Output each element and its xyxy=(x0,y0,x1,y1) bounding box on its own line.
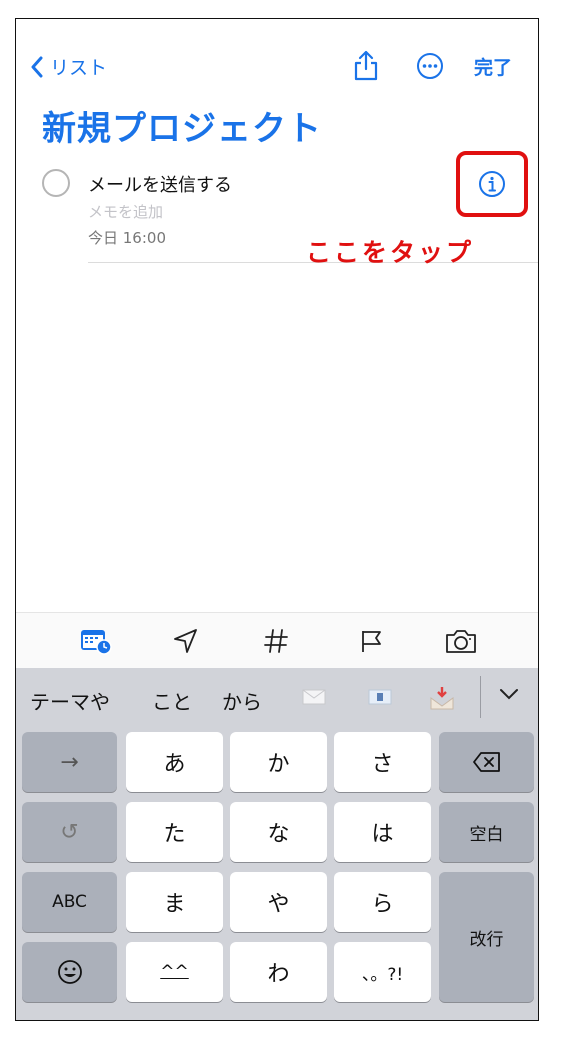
back-button[interactable]: リスト xyxy=(30,53,107,80)
space-key[interactable]: 空白 xyxy=(439,802,534,862)
key-sa[interactable]: さ xyxy=(334,732,431,792)
undo-label: ↺ xyxy=(60,819,79,845)
camera-icon[interactable] xyxy=(441,625,481,657)
key-ta-label: た xyxy=(163,822,186,847)
calendar-clock-icon[interactable] xyxy=(76,625,116,657)
more-options-icon[interactable] xyxy=(416,52,444,84)
back-label: リスト xyxy=(50,57,108,79)
cursor-right-key[interactable]: → xyxy=(22,732,117,792)
smiley-icon xyxy=(57,960,82,984)
key-ra-label: ら xyxy=(371,892,394,917)
key-ta[interactable]: た xyxy=(126,802,223,862)
inbox-tray-icon[interactable] xyxy=(428,684,456,716)
tap-here-annotation: ここをタップ xyxy=(306,238,475,267)
key-ha-label: は xyxy=(371,822,394,847)
prediction-2[interactable]: こと xyxy=(152,686,192,715)
task-title[interactable]: メールを送信する xyxy=(88,171,232,197)
key-ma-label: ま xyxy=(163,892,186,917)
key-sa-label: さ xyxy=(371,752,394,777)
key-ya-label: や xyxy=(267,892,290,917)
japanese-keyboard: テーマや こと から → あ か さ ↺ た な は 空白 ABC ま や ら … xyxy=(16,668,538,1020)
key-emoticon-label: ^^ xyxy=(160,962,189,982)
cursor-right-label: → xyxy=(60,749,79,775)
task-due-date: 今日 16:00 xyxy=(88,229,166,247)
task-note-field[interactable]: メモを追加 xyxy=(88,201,163,222)
app-screen: リスト 完了 新規プロジェクト メールを送信する メモを追加 今日 16:00 … xyxy=(15,18,539,1021)
abc-label: ABC xyxy=(52,892,87,912)
envelope-e-icon[interactable] xyxy=(366,684,394,712)
flag-icon[interactable] xyxy=(352,625,392,657)
done-button[interactable]: 完了 xyxy=(474,53,512,80)
key-punctuation-label: 、。?! xyxy=(361,964,404,985)
prediction-1[interactable]: テーマや xyxy=(30,686,110,715)
delete-key[interactable] xyxy=(439,732,534,792)
key-punctuation[interactable]: 、。?! xyxy=(334,942,431,1002)
abc-key[interactable]: ABC xyxy=(22,872,117,932)
undo-key[interactable]: ↺ xyxy=(22,802,117,862)
key-ya[interactable]: や xyxy=(230,872,327,932)
key-na[interactable]: な xyxy=(230,802,327,862)
key-ha[interactable]: は xyxy=(334,802,431,862)
list-title: 新規プロジェクト xyxy=(42,109,322,149)
key-na-label: な xyxy=(267,822,290,847)
task-complete-toggle[interactable] xyxy=(42,169,70,197)
key-ra[interactable]: ら xyxy=(334,872,431,932)
prediction-divider xyxy=(480,676,481,718)
return-key[interactable]: 改行 xyxy=(439,872,534,1002)
chevron-left-icon xyxy=(31,56,43,77)
emoji-key[interactable] xyxy=(22,942,117,1002)
envelope-icon[interactable] xyxy=(300,684,328,712)
hashtag-icon[interactable] xyxy=(256,625,296,657)
key-wa[interactable]: わ xyxy=(230,942,327,1002)
key-a-label: あ xyxy=(163,752,186,777)
info-highlight-box xyxy=(456,151,528,217)
location-arrow-icon[interactable] xyxy=(166,625,206,657)
share-icon[interactable] xyxy=(352,49,380,85)
key-a[interactable]: あ xyxy=(126,732,223,792)
key-ka-label: か xyxy=(267,752,290,777)
delete-icon xyxy=(472,752,500,772)
key-emoticon[interactable]: ^^ xyxy=(126,942,223,1002)
info-icon[interactable] xyxy=(478,170,506,198)
key-ka[interactable]: か xyxy=(230,732,327,792)
chevron-down-icon[interactable] xyxy=(498,686,520,706)
key-ma[interactable]: ま xyxy=(126,872,223,932)
return-label: 改行 xyxy=(469,929,504,950)
space-label: 空白 xyxy=(469,824,504,845)
quick-toolbar xyxy=(16,612,538,669)
prediction-3[interactable]: から xyxy=(222,686,262,715)
key-wa-label: わ xyxy=(267,962,290,987)
